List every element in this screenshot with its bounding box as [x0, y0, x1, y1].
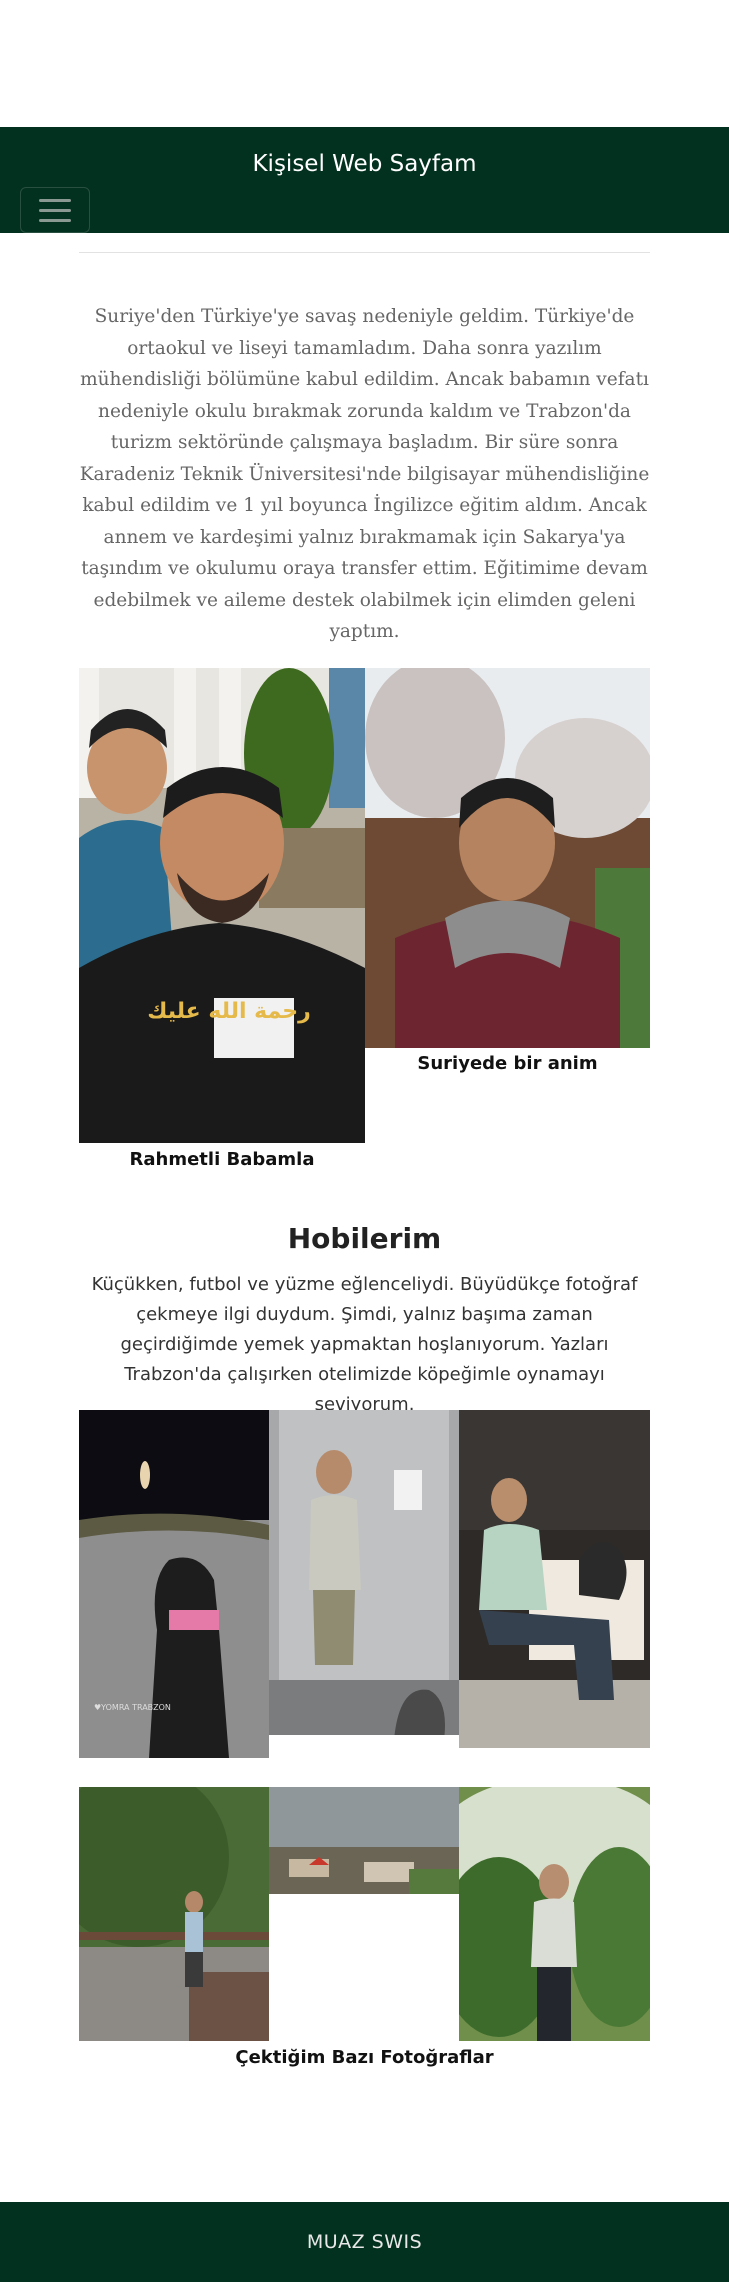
footer-text: MUAZ SWIS	[306, 2231, 423, 2253]
site-title: Kişisel Web Sayfam	[252, 151, 477, 177]
dog-photo-watermark: ♥YOMRA TRABZON	[94, 1703, 171, 1712]
syria-photo	[365, 668, 650, 1048]
hotel-dog-photo	[459, 1410, 650, 1748]
site-footer: MUAZ SWIS	[0, 2202, 729, 2282]
site-header: Kişisel Web Sayfam	[0, 127, 729, 233]
garden-photo	[459, 1787, 650, 2041]
gallery-caption: Çektiğim Bazı Fotoğraflar	[235, 2047, 494, 2068]
intro-text: Suriye'den Türkiye'ye savaş nedeniyle ge…	[79, 306, 650, 642]
hobbies-text: Küçükken, futbol ve yüzme eğlenceliydi. …	[91, 1274, 638, 1415]
syria-photo-caption: Suriyede bir anim	[417, 1053, 598, 1074]
father-photo: رحمة الله عليك	[79, 668, 365, 1143]
father-photo-caption: Rahmetli Babamla	[129, 1149, 315, 1170]
city-view-photo	[269, 1787, 459, 1894]
forest-bench-photo	[79, 1787, 269, 2041]
father-photo-overlay-text: رحمة الله عليك	[147, 999, 311, 1024]
menu-bar	[39, 218, 71, 222]
divider	[79, 252, 650, 253]
elevator-photo	[269, 1410, 459, 1735]
hobbies-title: Hobilerim	[287, 1222, 442, 1255]
dog-night-photo: ♥YOMRA TRABZON	[79, 1410, 269, 1758]
menu-bar	[39, 198, 71, 202]
menu-bar	[39, 208, 71, 212]
hamburger-menu-icon[interactable]	[20, 187, 90, 233]
